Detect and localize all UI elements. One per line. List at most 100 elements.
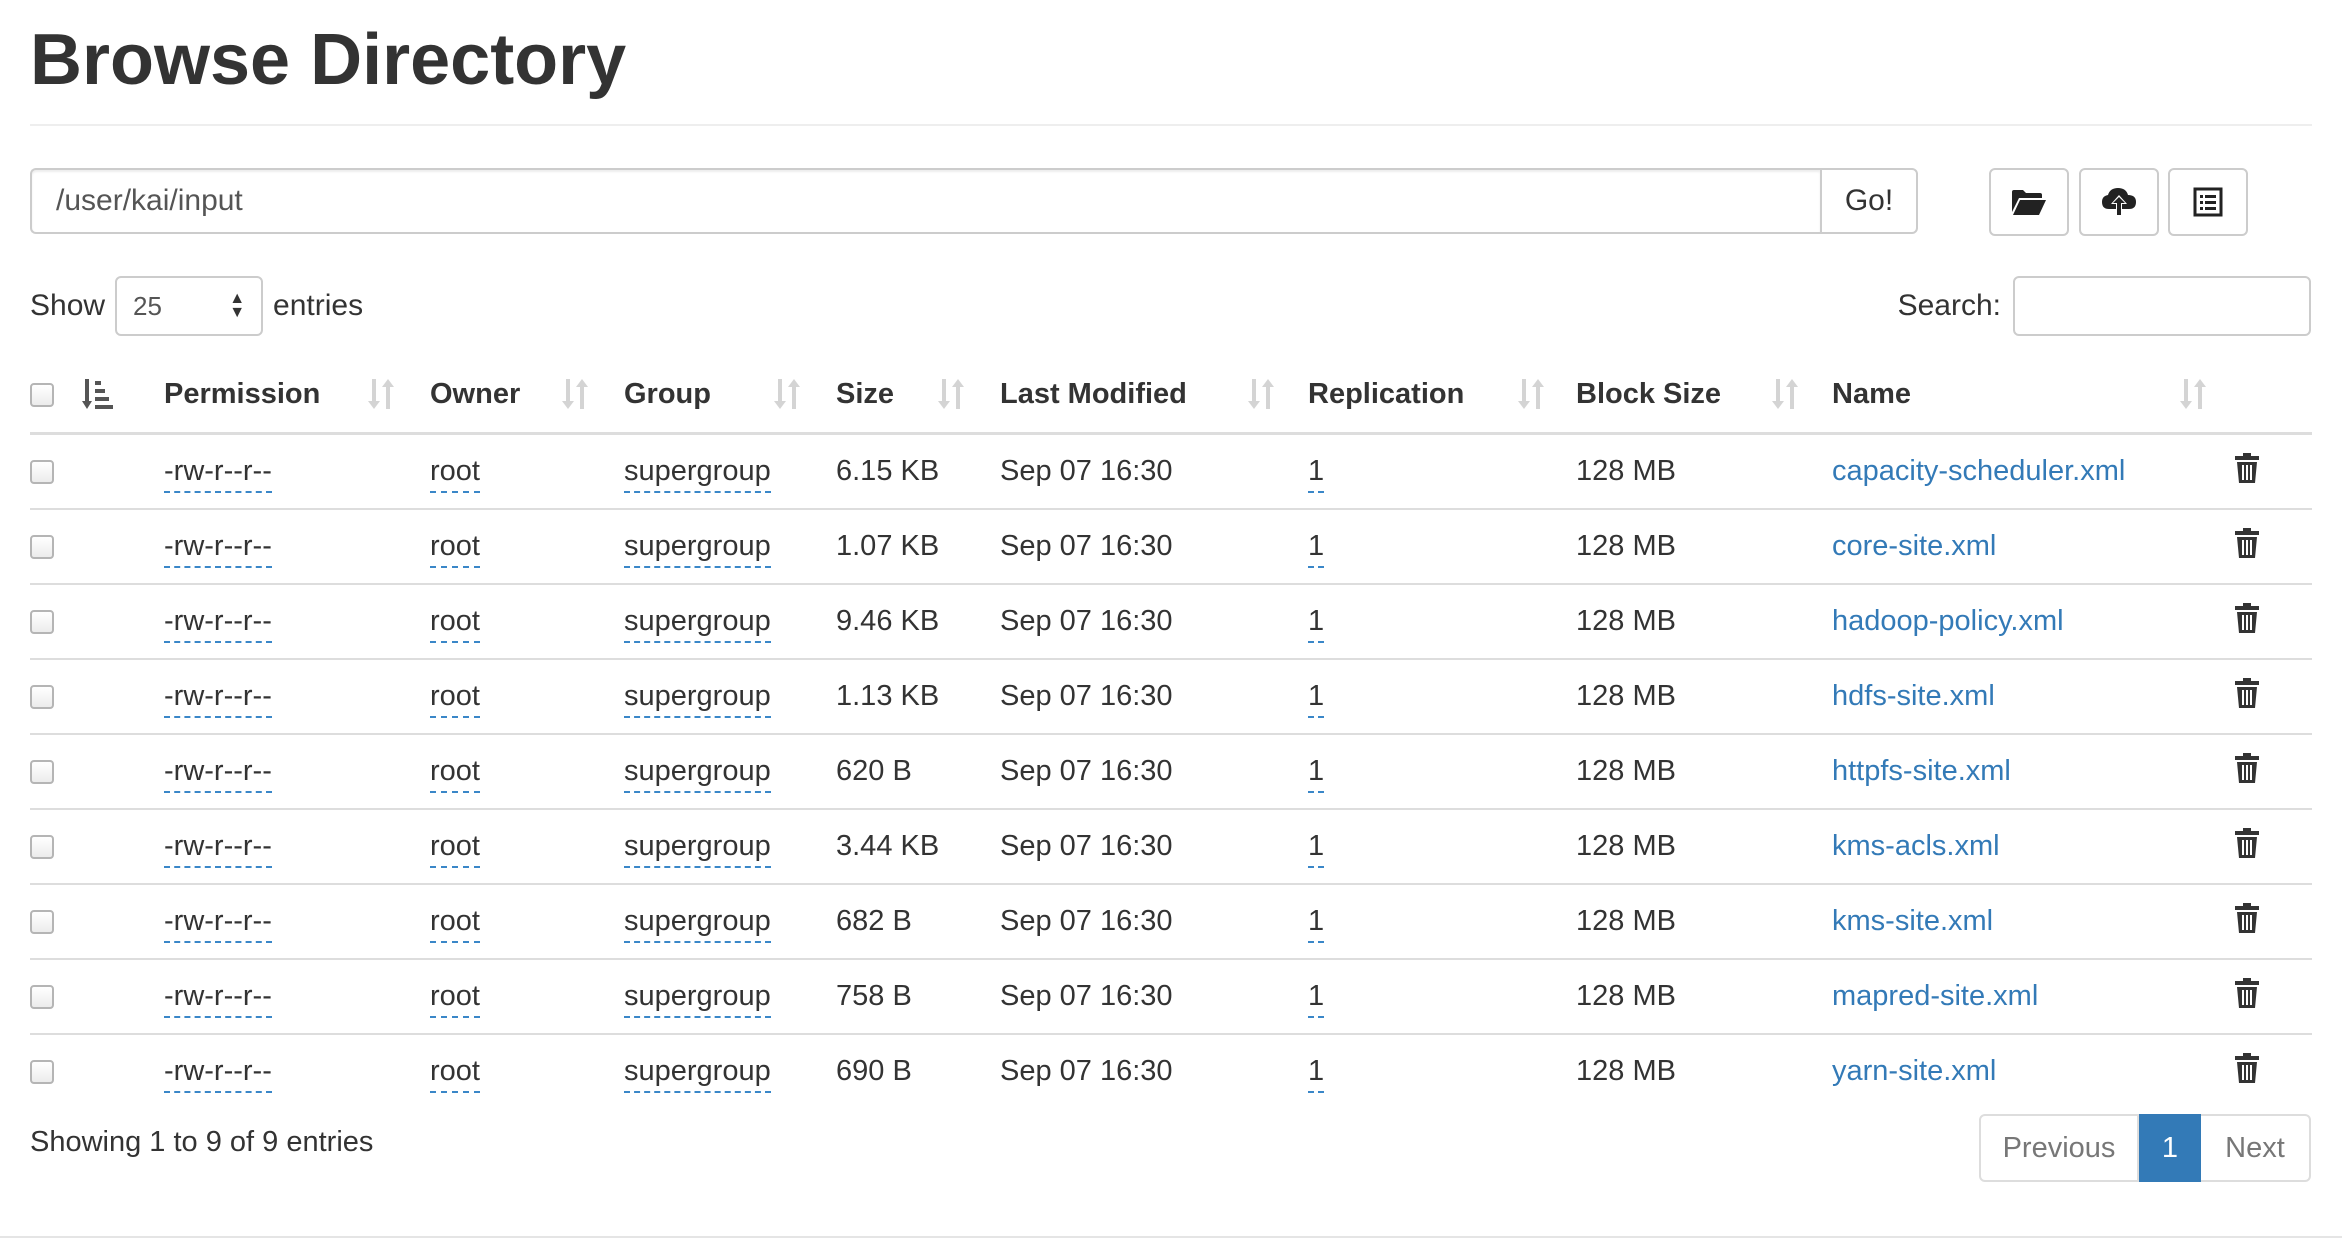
- file-name-link[interactable]: kms-acls.xml: [1832, 830, 2000, 862]
- row-checkbox[interactable]: [30, 460, 54, 485]
- sort-column-header[interactable]: [78, 356, 164, 435]
- owner-value[interactable]: root: [430, 680, 480, 718]
- size-cell: 6.15 KB: [836, 455, 940, 487]
- permission-value[interactable]: -rw-r--r--: [164, 755, 272, 793]
- row-checkbox[interactable]: [30, 1060, 54, 1085]
- trash-icon[interactable]: [2234, 452, 2260, 492]
- group-value[interactable]: supergroup: [624, 605, 771, 643]
- file-name-link[interactable]: httpfs-site.xml: [1832, 755, 2011, 787]
- file-name-link[interactable]: hadoop-policy.xml: [1832, 605, 2064, 637]
- file-name-link[interactable]: kms-site.xml: [1832, 905, 1993, 937]
- group-value[interactable]: supergroup: [624, 530, 771, 568]
- owner-value[interactable]: root: [430, 605, 480, 643]
- size-cell: 3.44 KB: [836, 808, 1000, 884]
- permission-value[interactable]: -rw-r--r--: [164, 1055, 272, 1093]
- permission-value[interactable]: -rw-r--r--: [164, 530, 272, 568]
- group-value[interactable]: supergroup: [624, 980, 771, 1018]
- row-checkbox[interactable]: [30, 910, 54, 935]
- file-name-link[interactable]: mapred-site.xml: [1832, 980, 2038, 1012]
- permission-value[interactable]: -rw-r--r--: [164, 680, 272, 718]
- select-all-checkbox[interactable]: [30, 382, 54, 407]
- trash-icon[interactable]: [2234, 677, 2260, 717]
- path-input[interactable]: [30, 168, 1820, 234]
- replication-cell: 1: [1308, 883, 1576, 959]
- trash-icon[interactable]: [2234, 752, 2260, 792]
- replication-value[interactable]: 1: [1308, 680, 1325, 718]
- row-select-cell: [30, 808, 78, 884]
- trash-icon[interactable]: [2234, 902, 2260, 942]
- search-input[interactable]: [2013, 276, 2311, 336]
- row-checkbox[interactable]: [30, 835, 54, 860]
- page-1-button[interactable]: 1: [2139, 1114, 2201, 1182]
- replication-value[interactable]: 1: [1308, 905, 1325, 943]
- row-checkbox[interactable]: [30, 535, 54, 560]
- create-directory-button[interactable]: [1989, 168, 2069, 236]
- previous-page-button[interactable]: Previous: [1979, 1114, 2139, 1182]
- permission-value[interactable]: -rw-r--r--: [164, 830, 272, 868]
- trash-icon[interactable]: [2234, 1052, 2260, 1092]
- trash-icon[interactable]: [2234, 827, 2260, 867]
- file-name-link[interactable]: core-site.xml: [1832, 530, 1996, 562]
- column-header-size[interactable]: Size: [836, 356, 1000, 435]
- sort-ascending-icon[interactable]: [82, 377, 114, 411]
- name-cell: hadoop-policy.xml: [1832, 583, 2234, 659]
- permission-value[interactable]: -rw-r--r--: [164, 905, 272, 943]
- upload-button[interactable]: [2079, 168, 2159, 236]
- group-value[interactable]: supergroup: [624, 680, 771, 718]
- row-checkbox[interactable]: [30, 985, 54, 1010]
- row-checkbox[interactable]: [30, 760, 54, 785]
- owner-value[interactable]: root: [430, 530, 480, 568]
- owner-value[interactable]: root: [430, 755, 480, 793]
- row-select-cell: [30, 658, 78, 734]
- permission-value[interactable]: -rw-r--r--: [164, 455, 272, 493]
- column-header-replication[interactable]: Replication: [1308, 356, 1576, 435]
- permission-value[interactable]: -rw-r--r--: [164, 605, 272, 643]
- pagination: Previous 1 Next: [1979, 1114, 2311, 1182]
- replication-value[interactable]: 1: [1308, 980, 1325, 1018]
- file-name-link[interactable]: capacity-scheduler.xml: [1832, 455, 2125, 487]
- trash-icon[interactable]: [2234, 527, 2260, 567]
- go-button[interactable]: Go!: [1820, 168, 1918, 234]
- owner-value[interactable]: root: [430, 455, 480, 493]
- group-value[interactable]: supergroup: [624, 830, 771, 868]
- size-cell: 682 B: [836, 883, 1000, 959]
- column-header-group[interactable]: Group: [624, 356, 836, 435]
- group-cell: supergroup: [624, 1033, 836, 1108]
- group-value[interactable]: supergroup: [624, 1055, 771, 1093]
- replication-value[interactable]: 1: [1308, 1055, 1325, 1093]
- page-size-select[interactable]: 25 ▲ ▼: [115, 276, 264, 336]
- replication-value[interactable]: 1: [1308, 830, 1325, 868]
- owner-value[interactable]: root: [430, 980, 480, 1018]
- replication-value[interactable]: 1: [1308, 605, 1325, 643]
- replication-value[interactable]: 1: [1308, 455, 1325, 493]
- column-header-name[interactable]: Name: [1832, 356, 2234, 435]
- trash-icon[interactable]: [2234, 602, 2260, 642]
- name-cell: capacity-scheduler.xml: [1832, 434, 2234, 510]
- delete-cell: [2234, 658, 2312, 734]
- owner-value[interactable]: root: [430, 830, 480, 868]
- column-header-owner[interactable]: Owner: [430, 356, 624, 435]
- page-size-value: 25: [133, 290, 162, 321]
- owner-value[interactable]: root: [430, 905, 480, 943]
- group-value[interactable]: supergroup: [624, 755, 771, 793]
- group-value[interactable]: supergroup: [624, 455, 771, 493]
- row-checkbox[interactable]: [30, 685, 54, 710]
- file-name-link[interactable]: yarn-site.xml: [1832, 1055, 1996, 1087]
- replication-value[interactable]: 1: [1308, 530, 1325, 568]
- permission-value[interactable]: -rw-r--r--: [164, 980, 272, 1018]
- size-cell: 1.13 KB: [836, 658, 1000, 734]
- column-header-permission[interactable]: Permission: [164, 356, 430, 435]
- group-value[interactable]: supergroup: [624, 905, 771, 943]
- next-page-button[interactable]: Next: [2201, 1114, 2311, 1182]
- file-name-link[interactable]: hdfs-site.xml: [1832, 680, 1995, 712]
- block-size-cell: 128 MB: [1576, 583, 1832, 659]
- row-checkbox[interactable]: [30, 610, 54, 635]
- trash-icon[interactable]: [2234, 977, 2260, 1017]
- column-header-block-size[interactable]: Block Size: [1576, 356, 1832, 435]
- cut-paste-list-button[interactable]: [2168, 168, 2248, 236]
- column-header-last-modified[interactable]: Last Modified: [1000, 356, 1308, 435]
- replication-value[interactable]: 1: [1308, 755, 1325, 793]
- column-header-actions: [2234, 356, 2312, 435]
- name-cell: mapred-site.xml: [1832, 958, 2234, 1034]
- owner-value[interactable]: root: [430, 1055, 480, 1093]
